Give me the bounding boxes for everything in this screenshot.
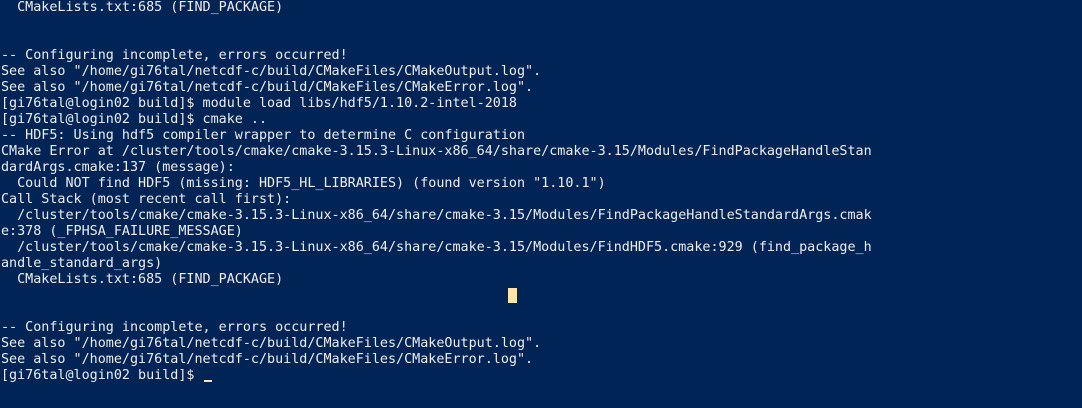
output-line: andle_standard_args) xyxy=(1,256,163,271)
output-line: Call Stack (most recent call first): xyxy=(1,192,292,207)
output-line: -- Configuring incomplete, errors occurr… xyxy=(1,320,348,335)
output-line: e:378 (_FPHSA_FAILURE_MESSAGE) xyxy=(1,224,243,239)
output-line: dardArgs.cmake:137 (message): xyxy=(1,160,235,175)
terminal-output: CMakeLists.txt:685 (FIND_PACKAGE) -- Con… xyxy=(1,0,1082,384)
output-line: See also "/home/gi76tal/netcdf-c/build/C… xyxy=(1,336,542,351)
shell-prompt: [gi76tal@login02 build]$ xyxy=(1,368,203,383)
output-line: [gi76tal@login02 build]$ cmake .. xyxy=(1,112,268,127)
terminal-window[interactable]: CMakeLists.txt:685 (FIND_PACKAGE) -- Con… xyxy=(0,0,1082,408)
output-line: See also "/home/gi76tal/netcdf-c/build/C… xyxy=(1,80,534,95)
mouse-block-cursor xyxy=(508,288,517,303)
output-line: See also "/home/gi76tal/netcdf-c/build/C… xyxy=(1,64,542,79)
output-line: CMake Error at /cluster/tools/cmake/cmak… xyxy=(1,144,872,159)
output-line: -- Configuring incomplete, errors occurr… xyxy=(1,48,348,63)
output-line: -- HDF5: Using hdf5 compiler wrapper to … xyxy=(1,128,526,143)
output-line: /cluster/tools/cmake/cmake-3.15.3-Linux-… xyxy=(1,208,872,223)
output-line: [gi76tal@login02 build]$ module load lib… xyxy=(1,96,517,111)
prompt-line[interactable]: [gi76tal@login02 build]$ xyxy=(1,368,1082,384)
output-line: See also "/home/gi76tal/netcdf-c/build/C… xyxy=(1,352,534,367)
output-line: CMakeLists.txt:685 (FIND_PACKAGE) xyxy=(1,0,284,15)
output-line: /cluster/tools/cmake/cmake-3.15.3-Linux-… xyxy=(1,240,872,255)
output-line: CMakeLists.txt:685 (FIND_PACKAGE) xyxy=(1,272,284,287)
text-cursor xyxy=(203,380,212,382)
output-line: Could NOT find HDF5 (missing: HDF5_HL_LI… xyxy=(1,176,606,191)
